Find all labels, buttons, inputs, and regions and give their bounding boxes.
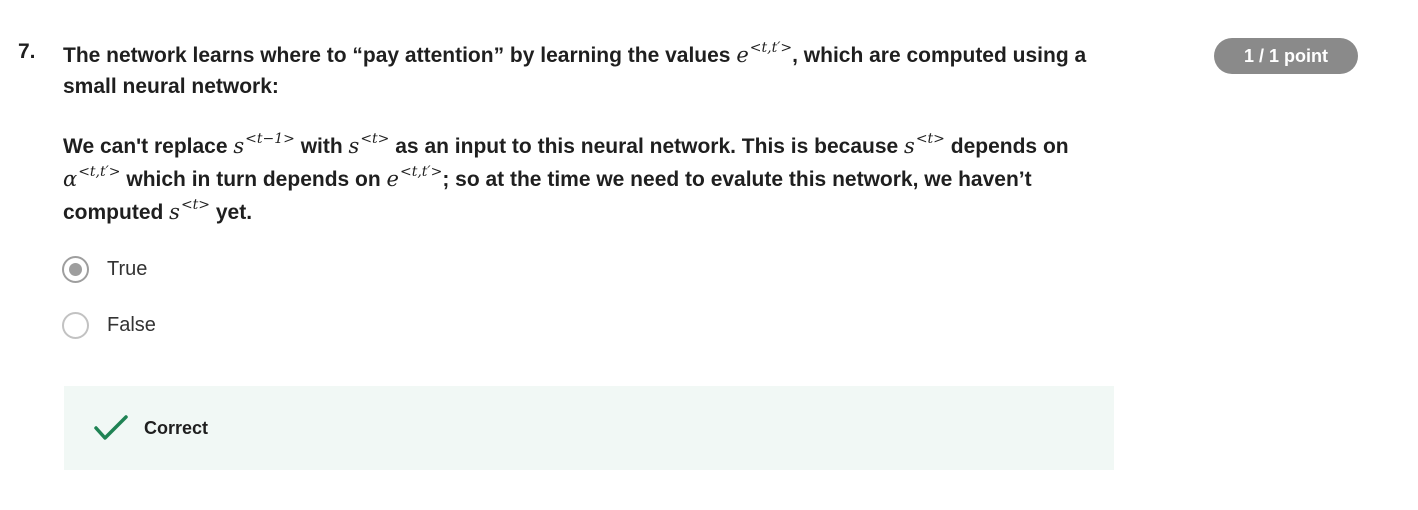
- feedback-panel: Correct: [64, 386, 1114, 470]
- question-intro: The network learns where to “pay attenti…: [63, 40, 1087, 98]
- math-s-t: s<t>: [904, 131, 945, 158]
- math-s-t: s<t>: [348, 131, 390, 158]
- points-badge: 1 / 1 point: [1214, 38, 1358, 74]
- option-false[interactable]: False: [62, 312, 156, 339]
- question-prompt: The network learns where to “pay attenti…: [63, 40, 1123, 229]
- math-e: e<t,t′>: [736, 40, 793, 67]
- check-icon: [94, 414, 128, 442]
- radio-false[interactable]: [62, 312, 89, 339]
- feedback-status: Correct: [144, 417, 209, 438]
- option-false-label: False: [107, 314, 156, 336]
- question-number: 7.: [18, 40, 36, 63]
- radio-true[interactable]: [62, 256, 89, 283]
- math-alpha: α<t,t′>: [63, 164, 121, 191]
- radio-selected-dot: [69, 263, 82, 276]
- question-statement: We can't replace s<t−1> with s<t> as an …: [63, 131, 1069, 224]
- math-e: e<t,t′>: [386, 164, 443, 191]
- option-true-label: True: [107, 258, 148, 280]
- math-s-t: s<t>: [169, 197, 211, 224]
- option-true[interactable]: True: [62, 256, 147, 283]
- math-s-prev: s<t−1>: [233, 131, 295, 158]
